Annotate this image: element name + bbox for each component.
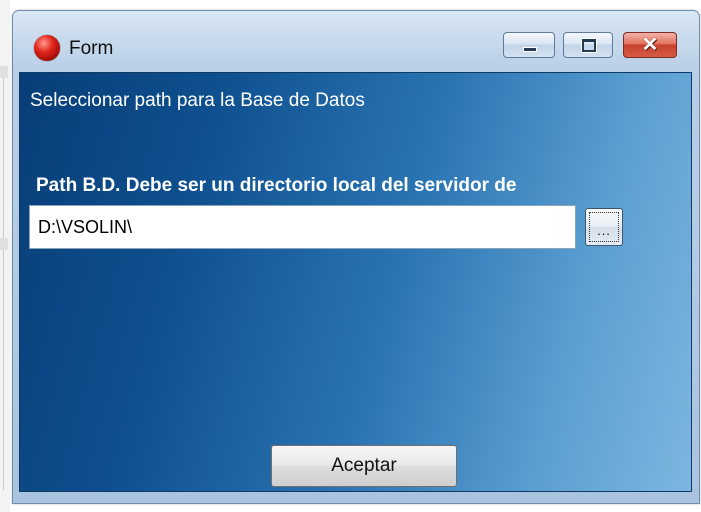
minimize-icon <box>523 47 537 52</box>
form-window: Form ✕ Seleccionar path para la Base de … <box>12 10 700 504</box>
path-input[interactable] <box>29 205 576 249</box>
form-client-area: Seleccionar path para la Base de Datos P… <box>19 72 692 492</box>
close-icon: ✕ <box>641 34 659 56</box>
maximize-icon <box>581 38 597 53</box>
browse-button[interactable]: ... <box>585 208 623 246</box>
title-bar[interactable]: Form ✕ <box>13 11 699 63</box>
window-title: Form <box>69 38 114 59</box>
close-button[interactable]: ✕ <box>623 32 677 58</box>
red-orb-icon[interactable] <box>34 35 60 61</box>
form-heading: Seleccionar path para la Base de Datos <box>30 90 365 111</box>
browse-button-label: ... <box>597 223 611 238</box>
path-label: Path B.D. Debe ser un directorio local d… <box>36 175 517 196</box>
background-tick <box>0 238 8 250</box>
minimize-button[interactable] <box>503 32 555 58</box>
accept-button[interactable]: Aceptar <box>271 445 457 487</box>
background-window-edge <box>0 0 10 512</box>
background-tick <box>0 66 8 78</box>
maximize-button[interactable] <box>563 32 613 58</box>
background-divider <box>3 70 4 490</box>
